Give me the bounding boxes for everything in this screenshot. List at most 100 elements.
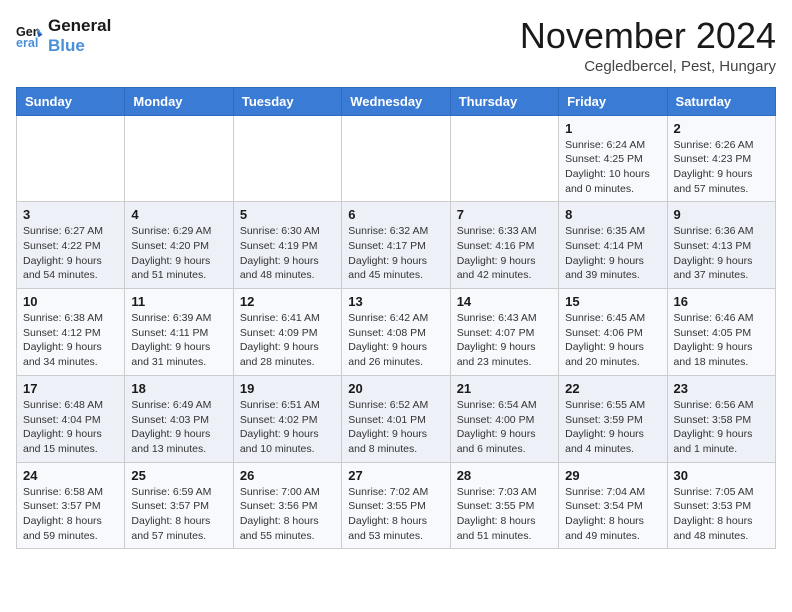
day-info: Sunrise: 6:30 AM Sunset: 4:19 PM Dayligh… [240,224,335,283]
day-info: Sunrise: 6:58 AM Sunset: 3:57 PM Dayligh… [23,485,118,544]
day-cell: 28 Sunrise: 7:03 AM Sunset: 3:55 PM Dayli… [450,462,558,549]
day-cell [342,115,450,202]
day-info: Sunrise: 6:54 AM Sunset: 4:00 PM Dayligh… [457,398,552,457]
week-row-0: 1 Sunrise: 6:24 AM Sunset: 4:25 PM Daylig… [17,115,776,202]
calendar: SundayMondayTuesdayWednesdayThursdayFrid… [16,87,776,550]
day-cell: 21 Sunrise: 6:54 AM Sunset: 4:00 PM Dayli… [450,375,558,462]
day-number: 18 [131,381,226,396]
week-row-3: 17 Sunrise: 6:48 AM Sunset: 4:04 PM Dayli… [17,375,776,462]
day-number: 3 [23,207,118,222]
day-info: Sunrise: 6:43 AM Sunset: 4:07 PM Dayligh… [457,311,552,370]
day-cell: 15 Sunrise: 6:45 AM Sunset: 4:06 PM Dayli… [559,289,667,376]
day-info: Sunrise: 6:42 AM Sunset: 4:08 PM Dayligh… [348,311,443,370]
day-info: Sunrise: 6:38 AM Sunset: 4:12 PM Dayligh… [23,311,118,370]
page-header: Gen eral General Blue November 2024 Cegl… [16,16,776,75]
day-info: Sunrise: 6:51 AM Sunset: 4:02 PM Dayligh… [240,398,335,457]
week-row-1: 3 Sunrise: 6:27 AM Sunset: 4:22 PM Daylig… [17,202,776,289]
day-number: 23 [674,381,769,396]
day-number: 27 [348,468,443,483]
title-block: November 2024 Cegledbercel, Pest, Hungar… [520,16,776,75]
month-title: November 2024 [520,16,776,56]
day-info: Sunrise: 6:29 AM Sunset: 4:20 PM Dayligh… [131,224,226,283]
day-cell: 11Sunrise: 6:39 AM Sunset: 4:11 PM Dayli… [125,289,233,376]
day-cell: 25 Sunrise: 6:59 AM Sunset: 3:57 PM Dayli… [125,462,233,549]
day-cell: 3 Sunrise: 6:27 AM Sunset: 4:22 PM Daylig… [17,202,125,289]
day-number: 10 [23,294,118,309]
day-cell [125,115,233,202]
day-cell: 24 Sunrise: 6:58 AM Sunset: 3:57 PM Dayli… [17,462,125,549]
day-number: 6 [348,207,443,222]
day-info: Sunrise: 6:26 AM Sunset: 4:23 PM Dayligh… [674,138,769,197]
day-info: Sunrise: 6:27 AM Sunset: 4:22 PM Dayligh… [23,224,118,283]
day-number: 17 [23,381,118,396]
day-number: 25 [131,468,226,483]
day-info: Sunrise: 6:55 AM Sunset: 3:59 PM Dayligh… [565,398,660,457]
day-info: Sunrise: 6:48 AM Sunset: 4:04 PM Dayligh… [23,398,118,457]
day-number: 21 [457,381,552,396]
day-info: Sunrise: 7:03 AM Sunset: 3:55 PM Dayligh… [457,485,552,544]
logo-line1: General [48,16,111,36]
day-cell: 30Sunrise: 7:05 AM Sunset: 3:53 PM Dayli… [667,462,775,549]
day-cell: 16 Sunrise: 6:46 AM Sunset: 4:05 PM Dayli… [667,289,775,376]
day-cell: 5 Sunrise: 6:30 AM Sunset: 4:19 PM Daylig… [233,202,341,289]
logo-icon: Gen eral [16,22,44,50]
svg-text:eral: eral [16,36,38,50]
day-cell: 18 Sunrise: 6:49 AM Sunset: 4:03 PM Dayli… [125,375,233,462]
day-cell: 22 Sunrise: 6:55 AM Sunset: 3:59 PM Dayli… [559,375,667,462]
day-info: Sunrise: 6:32 AM Sunset: 4:17 PM Dayligh… [348,224,443,283]
calendar-header: SundayMondayTuesdayWednesdayThursdayFrid… [17,87,776,115]
header-day-friday: Friday [559,87,667,115]
day-number: 16 [674,294,769,309]
day-cell: 17 Sunrise: 6:48 AM Sunset: 4:04 PM Dayli… [17,375,125,462]
day-cell: 7Sunrise: 6:33 AM Sunset: 4:16 PM Daylig… [450,202,558,289]
day-info: Sunrise: 6:59 AM Sunset: 3:57 PM Dayligh… [131,485,226,544]
day-number: 13 [348,294,443,309]
day-cell: 19Sunrise: 6:51 AM Sunset: 4:02 PM Dayli… [233,375,341,462]
day-number: 4 [131,207,226,222]
day-number: 14 [457,294,552,309]
header-day-sunday: Sunday [17,87,125,115]
day-cell: 14 Sunrise: 6:43 AM Sunset: 4:07 PM Dayli… [450,289,558,376]
logo-line2: Blue [48,36,111,56]
day-cell [233,115,341,202]
day-cell: 12Sunrise: 6:41 AM Sunset: 4:09 PM Dayli… [233,289,341,376]
day-info: Sunrise: 6:56 AM Sunset: 3:58 PM Dayligh… [674,398,769,457]
header-row: SundayMondayTuesdayWednesdayThursdayFrid… [17,87,776,115]
day-cell: 26Sunrise: 7:00 AM Sunset: 3:56 PM Dayli… [233,462,341,549]
day-cell: 8 Sunrise: 6:35 AM Sunset: 4:14 PM Daylig… [559,202,667,289]
day-info: Sunrise: 6:49 AM Sunset: 4:03 PM Dayligh… [131,398,226,457]
day-info: Sunrise: 6:24 AM Sunset: 4:25 PM Dayligh… [565,138,660,197]
day-cell [450,115,558,202]
header-day-monday: Monday [125,87,233,115]
day-info: Sunrise: 6:35 AM Sunset: 4:14 PM Dayligh… [565,224,660,283]
week-row-4: 24 Sunrise: 6:58 AM Sunset: 3:57 PM Dayli… [17,462,776,549]
day-info: Sunrise: 6:39 AM Sunset: 4:11 PM Dayligh… [131,311,226,370]
location: Cegledbercel, Pest, Hungary [520,58,776,75]
day-number: 28 [457,468,552,483]
day-number: 24 [23,468,118,483]
day-number: 26 [240,468,335,483]
day-cell: 4 Sunrise: 6:29 AM Sunset: 4:20 PM Daylig… [125,202,233,289]
week-row-2: 10 Sunrise: 6:38 AM Sunset: 4:12 PM Dayli… [17,289,776,376]
day-number: 22 [565,381,660,396]
day-cell: 2 Sunrise: 6:26 AM Sunset: 4:23 PM Daylig… [667,115,775,202]
day-cell: 10 Sunrise: 6:38 AM Sunset: 4:12 PM Dayli… [17,289,125,376]
day-number: 1 [565,121,660,136]
logo: Gen eral General Blue [16,16,111,56]
day-number: 5 [240,207,335,222]
day-number: 2 [674,121,769,136]
day-number: 8 [565,207,660,222]
day-cell: 29Sunrise: 7:04 AM Sunset: 3:54 PM Dayli… [559,462,667,549]
day-info: Sunrise: 6:45 AM Sunset: 4:06 PM Dayligh… [565,311,660,370]
day-cell [17,115,125,202]
header-day-saturday: Saturday [667,87,775,115]
day-number: 30 [674,468,769,483]
day-info: Sunrise: 7:02 AM Sunset: 3:55 PM Dayligh… [348,485,443,544]
day-number: 15 [565,294,660,309]
day-info: Sunrise: 6:36 AM Sunset: 4:13 PM Dayligh… [674,224,769,283]
day-info: Sunrise: 6:41 AM Sunset: 4:09 PM Dayligh… [240,311,335,370]
day-cell: 20Sunrise: 6:52 AM Sunset: 4:01 PM Dayli… [342,375,450,462]
day-info: Sunrise: 6:52 AM Sunset: 4:01 PM Dayligh… [348,398,443,457]
day-info: Sunrise: 6:46 AM Sunset: 4:05 PM Dayligh… [674,311,769,370]
header-day-tuesday: Tuesday [233,87,341,115]
